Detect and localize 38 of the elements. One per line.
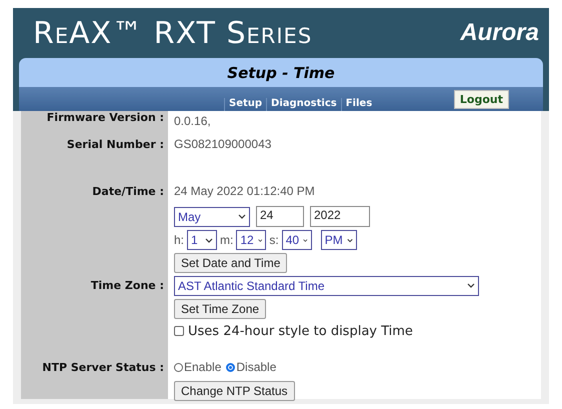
dropdown[interactable]: 12 (236, 230, 266, 250)
field-label: Serial Number : (66, 138, 164, 150)
caret-icon (258, 238, 262, 242)
field-value: GS082109000043 (174, 137, 272, 151)
caret-icon (303, 238, 308, 242)
dropdown[interactable]: PM (320, 230, 357, 250)
field-label: s: (269, 233, 279, 247)
field-label: Time Zone : (90, 279, 164, 292)
caret-icon (346, 238, 353, 242)
caret-icon (205, 238, 214, 242)
caret-icon (467, 283, 475, 288)
radio-button[interactable] (226, 362, 236, 372)
year-field[interactable]: 2022 (310, 206, 370, 227)
field-label: Date/Time : (92, 184, 164, 198)
field-value: 24 May 2022 01:12:40 PM (174, 184, 315, 198)
dropdown[interactable]: 1 (187, 230, 218, 250)
dropdown[interactable]: 40 (282, 230, 312, 250)
caret-icon (238, 214, 246, 219)
logout-button[interactable]: Logout (454, 90, 509, 109)
field-value: 0.0.16, (174, 114, 211, 128)
action-button[interactable]: Set Date and Time (174, 252, 288, 272)
checkbox[interactable] (174, 326, 184, 336)
action-button[interactable]: Change NTP Status (174, 381, 295, 401)
field-label: h: (174, 233, 184, 247)
day-field[interactable]: 24 (256, 206, 304, 227)
radio-button[interactable] (174, 362, 183, 372)
checkbox-label: Uses 24-hour style to display Time (188, 324, 413, 338)
field-label: NTP Server Status : (42, 360, 164, 374)
radio-label: Enable (184, 360, 222, 374)
page-title: Setup - Time (226, 62, 336, 84)
action-button[interactable]: Set Time Zone (174, 298, 266, 318)
radio-label: Disable (236, 360, 276, 374)
field-label: Firmware Version : (46, 111, 164, 124)
dropdown[interactable]: May (174, 206, 250, 226)
dropdown[interactable]: AST Atlantic Standard Time (174, 276, 479, 296)
field-label: m: (220, 233, 234, 247)
logo: Aurora (460, 19, 539, 47)
brand-title: ReAX™ RXT Series (33, 16, 312, 50)
